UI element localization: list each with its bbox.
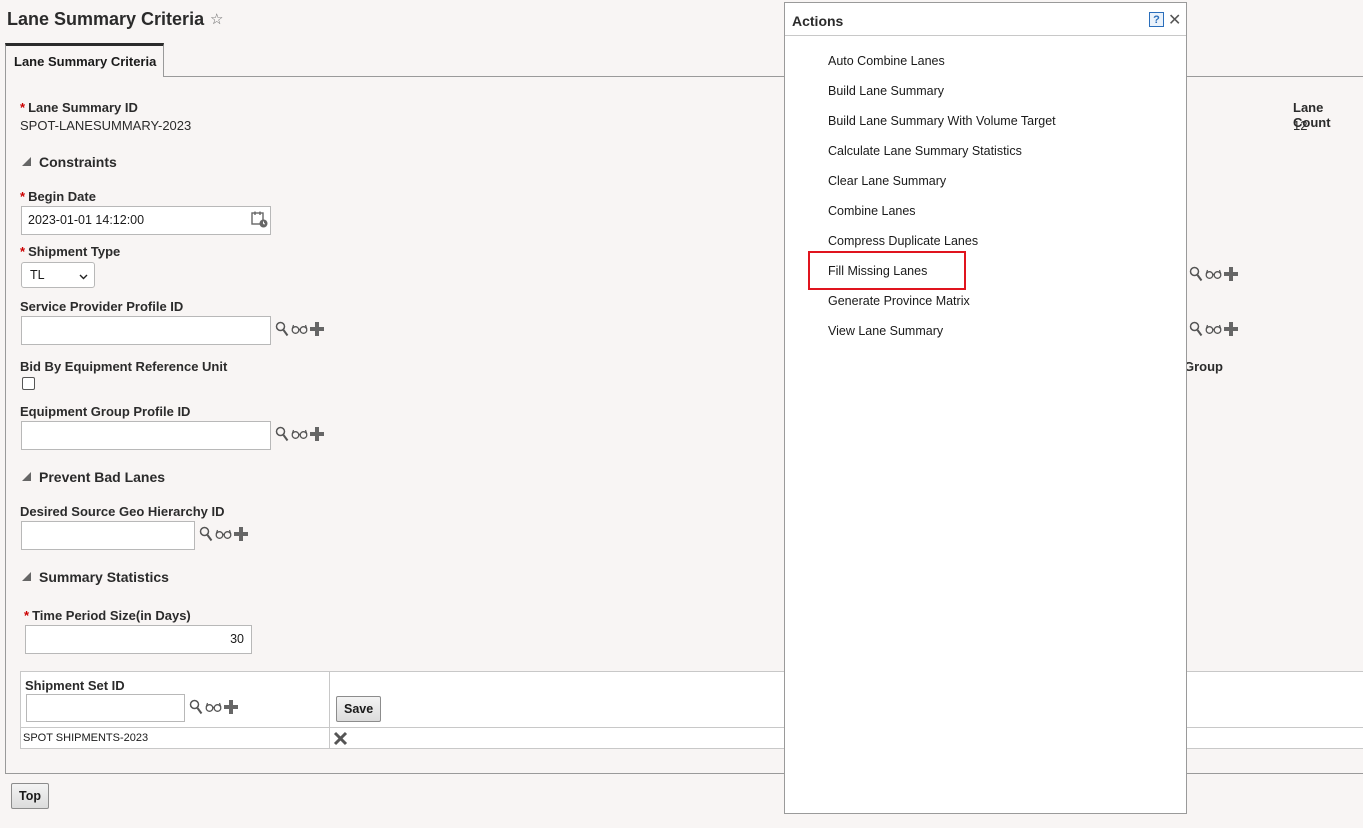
equipment-group-input[interactable]	[21, 421, 271, 450]
table-row-shipment-id: SPOT SHIPMENTS-2023	[23, 732, 149, 744]
summary-statistics-section-header[interactable]: Summary Statistics	[22, 569, 169, 585]
action-auto-combine-lanes[interactable]: Auto Combine Lanes	[828, 54, 945, 68]
plus-icon[interactable]	[310, 427, 324, 441]
shipment-type-select[interactable]: TL	[21, 262, 95, 288]
begin-date-input[interactable]: 2023-01-01 14:12:00	[21, 206, 271, 235]
actions-popup-title: Actions	[792, 13, 844, 29]
action-generate-province-matrix[interactable]: Generate Province Matrix	[828, 294, 970, 308]
plus-icon[interactable]	[1224, 322, 1238, 336]
actions-popup: Actions ? ✕ Auto Combine Lanes Build Lan…	[784, 2, 1187, 814]
lane-summary-id-value: SPOT-LANESUMMARY-2023	[20, 118, 192, 133]
star-icon[interactable]: ☆	[210, 10, 223, 28]
partial-group-label: Group	[1184, 359, 1223, 374]
search-icon[interactable]	[1189, 266, 1203, 282]
service-provider-icon-group	[275, 321, 324, 337]
begin-date-label: * Begin Date	[20, 189, 96, 204]
search-icon[interactable]	[1189, 321, 1203, 337]
equipment-group-icon-group	[275, 426, 324, 442]
plus-icon[interactable]	[310, 322, 324, 336]
lane-count-value: 12	[1293, 118, 1308, 133]
shipment-type-label: * Shipment Type	[20, 244, 121, 259]
bid-by-equipment-checkbox[interactable]	[22, 377, 35, 390]
calendar-icon[interactable]	[251, 211, 268, 228]
time-period-label: * Time Period Size(in Days)	[24, 608, 191, 623]
x-delete-icon[interactable]	[333, 731, 348, 746]
collapse-triangle-icon	[22, 472, 31, 481]
search-icon[interactable]	[189, 699, 203, 715]
action-compress-duplicate-lanes[interactable]: Compress Duplicate Lanes	[828, 234, 978, 248]
required-marker: *	[20, 100, 26, 115]
desired-source-icon-group	[199, 526, 248, 542]
lane-summary-id-label: * Lane Summary ID	[20, 100, 138, 115]
shipment-set-header: Shipment Set ID	[25, 678, 125, 693]
save-button[interactable]: Save	[336, 696, 382, 722]
tab-lane-summary-criteria[interactable]: Lane Summary Criteria	[5, 43, 164, 77]
shipment-set-icon-group	[189, 699, 238, 715]
action-clear-lane-summary[interactable]: Clear Lane Summary	[828, 174, 946, 188]
constraints-section-header[interactable]: Constraints	[22, 154, 117, 170]
shipment-set-input[interactable]	[26, 694, 185, 722]
glasses-icon[interactable]	[291, 323, 308, 335]
search-icon[interactable]	[199, 526, 213, 542]
glasses-icon[interactable]	[1205, 268, 1222, 280]
action-calculate-lane-summary-statistics[interactable]: Calculate Lane Summary Statistics	[828, 144, 1022, 158]
plus-icon[interactable]	[1224, 267, 1238, 281]
search-icon[interactable]	[275, 321, 289, 337]
service-provider-label: Service Provider Profile ID	[20, 299, 184, 314]
plus-icon[interactable]	[234, 527, 248, 541]
chevron-down-icon	[79, 270, 88, 284]
help-icon[interactable]: ?	[1149, 12, 1164, 27]
shipment-type-selected-value: TL	[30, 268, 45, 282]
search-icon[interactable]	[275, 426, 289, 442]
plus-icon[interactable]	[224, 700, 238, 714]
page-title: Lane Summary Criteria	[7, 9, 205, 29]
desired-source-label: Desired Source Geo Hierarchy ID	[20, 504, 225, 519]
glasses-icon[interactable]	[215, 528, 232, 540]
action-combine-lanes[interactable]: Combine Lanes	[828, 204, 916, 218]
collapse-triangle-icon	[22, 157, 31, 166]
action-build-lane-summary-volume-target[interactable]: Build Lane Summary With Volume Target	[828, 114, 1056, 128]
actions-popup-header: Actions ? ✕	[785, 3, 1186, 36]
right-icon-group-2	[1189, 321, 1238, 337]
glasses-icon[interactable]	[291, 428, 308, 440]
equipment-group-label: Equipment Group Profile ID	[20, 404, 191, 419]
glasses-icon[interactable]	[205, 701, 222, 713]
service-provider-input[interactable]	[21, 316, 271, 345]
desired-source-input[interactable]	[21, 521, 195, 550]
highlight-box-fill-missing-lanes	[808, 251, 966, 290]
glasses-icon[interactable]	[1205, 323, 1222, 335]
action-build-lane-summary[interactable]: Build Lane Summary	[828, 84, 944, 98]
close-icon[interactable]: ✕	[1168, 10, 1181, 30]
action-view-lane-summary[interactable]: View Lane Summary	[828, 324, 943, 338]
collapse-triangle-icon	[22, 572, 31, 581]
prevent-bad-lanes-section-header[interactable]: Prevent Bad Lanes	[22, 469, 165, 485]
bid-by-equipment-label: Bid By Equipment Reference Unit	[20, 359, 228, 374]
time-period-input[interactable]: 30	[25, 625, 252, 654]
top-button[interactable]: Top	[11, 783, 49, 809]
right-icon-group-1	[1189, 266, 1238, 282]
